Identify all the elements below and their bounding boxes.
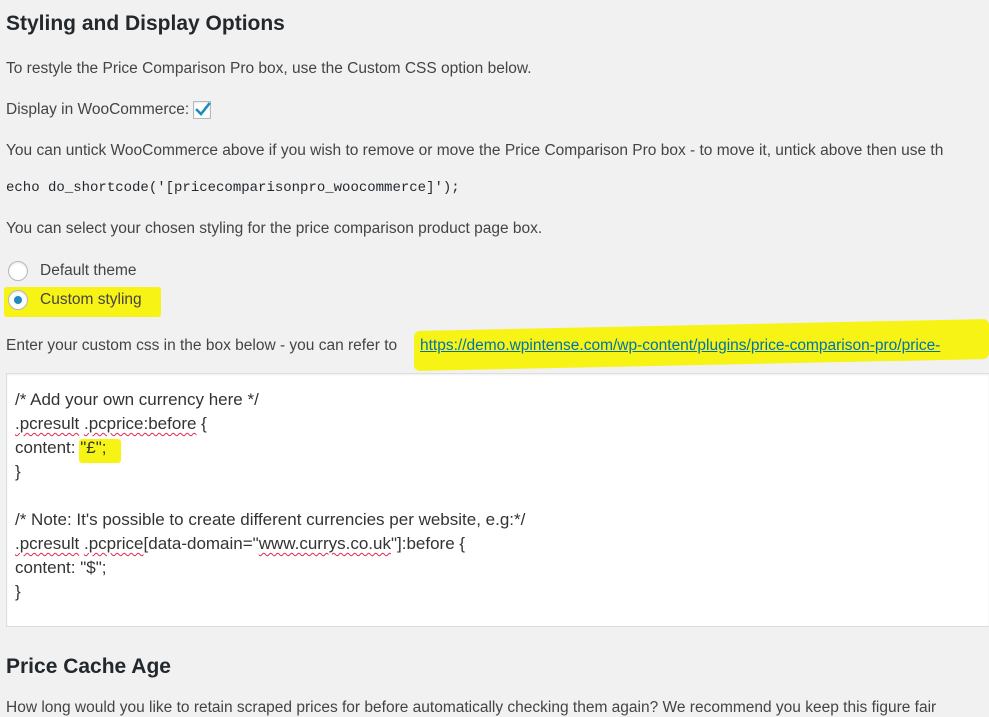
css-token: [data-domain=" (143, 534, 259, 553)
css-token: .pcprice:before (83, 414, 197, 433)
section-title: Styling and Display Options (6, 12, 285, 35)
radio-default-theme-label[interactable]: Default theme (40, 262, 137, 280)
radio-default-theme[interactable]: Default theme (8, 261, 137, 281)
css-currency-value: "£"; (80, 438, 107, 457)
css-line: content: "£"; (15, 438, 106, 458)
styling-help-text: You can select your chosen styling for t… (6, 220, 543, 237)
css-token: content: (15, 438, 81, 457)
css-token: www.currys.co.uk (258, 534, 391, 553)
radio-custom-styling-label[interactable]: Custom styling (40, 291, 142, 309)
custom-css-instruction: Enter your custom css in the box below -… (6, 337, 398, 354)
css-token: .pcprice (83, 534, 144, 553)
checkmark-icon (195, 102, 212, 116)
radio-selected-dot (14, 296, 22, 304)
woocommerce-checkbox[interactable] (193, 101, 212, 119)
reference-css-link[interactable]: https://demo.wpintense.com/wp-content/pl… (420, 337, 940, 355)
css-line: } (15, 582, 21, 601)
cache-section-title: Price Cache Age (6, 655, 171, 678)
css-line: .pcresult .pcprice:before { (15, 414, 207, 434)
css-line: /* Note: It's possible to create differe… (15, 510, 526, 529)
css-line: content: "$"; (15, 558, 107, 577)
css-line: .pcresult .pcprice[data-domain="www.curr… (15, 534, 465, 554)
css-token: .pcresult (15, 534, 80, 553)
css-line: /* Add your own currency here */ (15, 390, 259, 409)
css-token: { (196, 414, 207, 433)
radio-default-theme-input[interactable] (8, 261, 28, 281)
shortcode-snippet: echo do_shortcode('[pricecomparisonpro_w… (6, 180, 460, 196)
woocommerce-label: Display in WooCommerce: (6, 101, 190, 118)
css-token: .pcresult (15, 414, 80, 433)
radio-custom-styling[interactable]: Custom styling (8, 290, 142, 310)
cache-help-text: How long would you like to retain scrape… (6, 699, 937, 716)
radio-custom-styling-input[interactable] (8, 290, 28, 310)
css-token: "]:before { (390, 534, 466, 553)
css-line: } (15, 462, 21, 481)
woocommerce-row: Display in WooCommerce: (6, 101, 212, 119)
custom-css-textarea[interactable] (6, 373, 989, 627)
untick-help-text: You can untick WooCommerce above if you … (6, 142, 944, 159)
intro-text: To restyle the Price Comparison Pro box,… (6, 60, 532, 77)
